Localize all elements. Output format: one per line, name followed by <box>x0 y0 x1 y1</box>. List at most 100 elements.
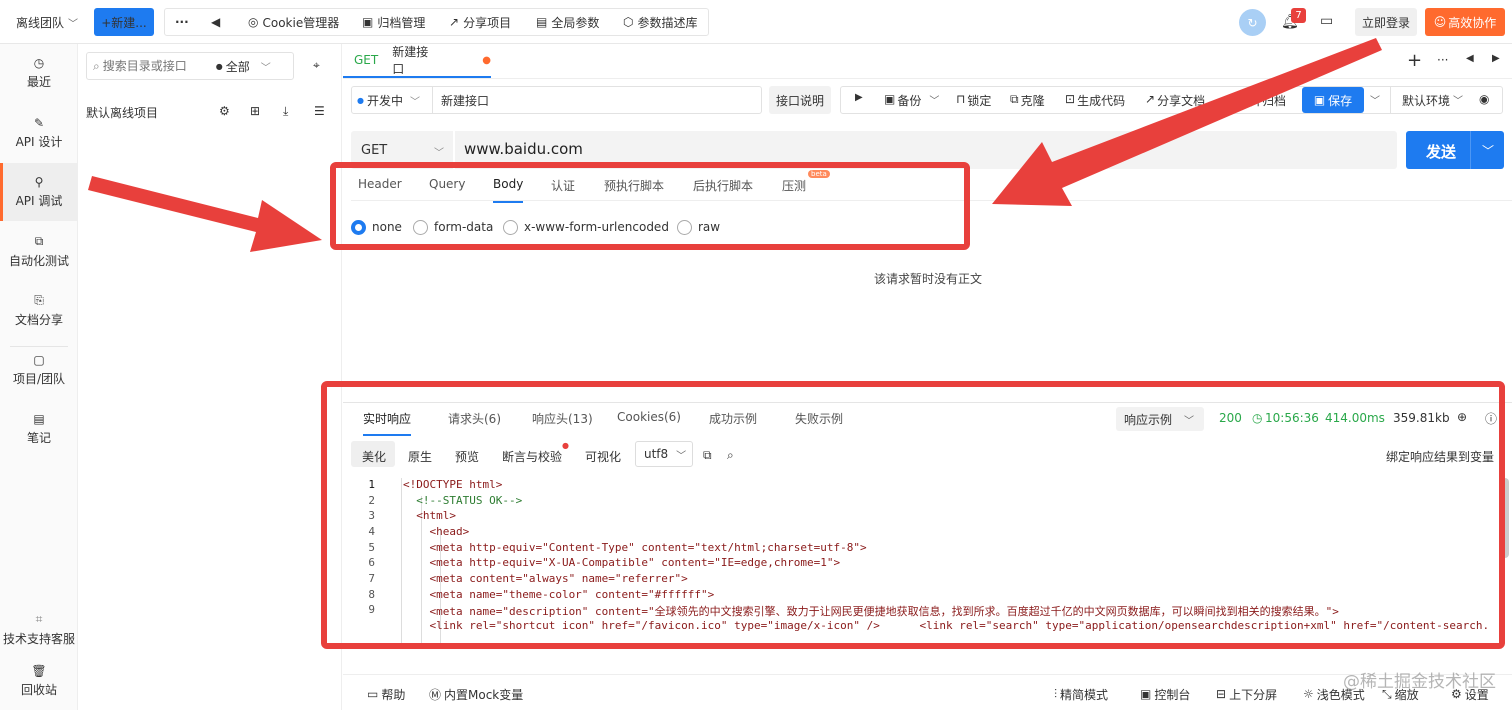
status-dot: ● <box>357 96 364 105</box>
save-label: 保存 <box>1328 93 1353 108</box>
search-input[interactable] <box>102 59 213 73</box>
login-button[interactable]: 立即登录 <box>1355 8 1417 36</box>
env-status-label: 开发中 <box>366 94 403 108</box>
tab-new-api[interactable]: GET 新建接口 ● <box>343 44 491 78</box>
save-dropdown-icon[interactable]: ﹀ <box>1370 92 1380 107</box>
annotation-box-response <box>321 381 1505 649</box>
document-icon[interactable]: ▭ <box>1320 13 1333 29</box>
share-doc-button[interactable]: ↗ 分享文档 <box>1145 92 1205 109</box>
tab-divider <box>343 78 1512 79</box>
sidebar-item-notes[interactable]: ▤ 笔记 <box>0 400 78 458</box>
cookie-manager-label: Cookie管理器 <box>262 15 340 30</box>
method-select[interactable]: GET <box>361 143 387 158</box>
tab-prev-icon[interactable]: ◀ <box>1466 53 1474 64</box>
api-doc-label: 接口说明 <box>775 93 824 108</box>
compact-label: 精简模式 <box>1060 687 1109 702</box>
team-switcher[interactable]: 离线团队 ﹀ <box>16 0 78 44</box>
new-button[interactable]: +新建... <box>94 8 154 36</box>
tab-title: 新建接口 <box>392 45 429 76</box>
doc-share-icon: ⎘ <box>34 292 44 307</box>
sidebar-item-recent[interactable]: ◷ 最近 <box>0 44 78 102</box>
login-label: 立即登录 <box>1361 15 1410 30</box>
chevron-down-icon: ﹀ <box>929 96 940 107</box>
archive-button[interactable]: ▣ 归档管理 <box>362 0 425 44</box>
locate-icon[interactable]: ⌖ <box>313 58 320 73</box>
mock-vars-button[interactable]: Ⓜ 内置Mock变量 <box>429 684 523 704</box>
collab-label: 高效协作 <box>1448 15 1497 30</box>
send-dropdown-icon[interactable]: ﹀ <box>1482 142 1494 159</box>
sidebar-item-project-team[interactable]: ▢ 项目/团队 <box>0 341 78 399</box>
sidebar-item-automation[interactable]: ⧉ 自动化测试 <box>0 222 78 280</box>
console-button[interactable]: ▣ 控制台 <box>1140 684 1190 704</box>
param-library-label: 参数描述库 <box>637 15 698 30</box>
clone-button[interactable]: ⧉ 克隆 <box>1010 92 1045 109</box>
api-doc-button[interactable]: 接口说明 <box>769 86 831 114</box>
filter-dot: ● <box>215 61 223 71</box>
collapse-left-icon[interactable]: ◀ <box>211 0 220 44</box>
clone-label: 克隆 <box>1020 94 1045 108</box>
global-params-button[interactable]: ▤ 全局参数 <box>536 0 599 44</box>
add-folder-icon[interactable]: ⊞ <box>250 104 260 118</box>
compact-mode-button[interactable]: ⫶ 精简模式 <box>1054 684 1108 704</box>
mock-icon: Ⓜ <box>429 687 442 702</box>
play-icon[interactable]: ▶ <box>855 92 863 103</box>
url-input[interactable]: www.baidu.com <box>464 140 583 158</box>
save-archive-button[interactable]: 保存并归档 <box>1226 92 1286 109</box>
split-label: 上下分屏 <box>1229 687 1278 702</box>
chevron-down-icon: ﹀ <box>1453 96 1464 107</box>
share-project-button[interactable]: ↗ 分享项目 <box>449 0 511 44</box>
sidebar-item-label: 文档分享 <box>14 312 63 327</box>
clock-icon: ◷ <box>33 56 45 70</box>
cookie-manager-button[interactable]: ◎ Cookie管理器 <box>248 0 339 44</box>
save-button[interactable]: ▣ 保存 <box>1302 87 1364 113</box>
trash-button[interactable]: 🗑︎ 回收站 <box>0 652 78 710</box>
top-bar: 离线团队 ﹀ +新建... ··· ◀ ◎ Cookie管理器 ▣ 归档管理 ↗ 分享… <box>0 0 1512 44</box>
sort-icon[interactable]: ☰ <box>314 104 325 118</box>
cookie-icon: ◎ <box>248 15 259 29</box>
add-api-icon[interactable]: ⚙ <box>219 104 230 118</box>
folder-icon: ▢ <box>33 353 45 367</box>
tab-more-icon[interactable]: ··· <box>1437 53 1448 67</box>
env-status-select[interactable]: ● 开发中 ﹀ <box>357 92 420 109</box>
add-tab-icon[interactable]: + <box>1407 50 1422 71</box>
empty-body-text: 该请求暂时没有正文 <box>874 272 983 286</box>
eye-icon[interactable]: ◉ <box>1479 92 1489 106</box>
sidebar-item-doc-share[interactable]: ⎘ 文档分享 <box>0 281 78 339</box>
split-button[interactable]: ⊟ 上下分屏 <box>1216 684 1277 704</box>
trash-icon: 🗑︎ <box>31 664 47 678</box>
sidebar-item-api-design[interactable]: ✎ API 设计 <box>0 104 78 162</box>
collab-button[interactable]: ☺ 高效协作 <box>1425 8 1505 36</box>
sidebar-item-label: 自动化测试 <box>8 253 69 268</box>
save-icon: ▣ <box>1313 93 1326 107</box>
lock-button[interactable]: ⊓ 锁定 <box>956 92 991 109</box>
support-icon: ⌗ <box>35 611 43 626</box>
env-label: 默认环境 <box>1402 94 1451 108</box>
sync-icon[interactable]: ↻ <box>1239 9 1266 36</box>
generate-code-label: 生成代码 <box>1077 94 1126 108</box>
params-icon: ▤ <box>536 15 548 29</box>
tab-method: GET <box>354 53 379 67</box>
import-icon[interactable]: ⤓ <box>283 104 288 119</box>
search-box[interactable]: ⌕ ● 全部 ﹀ <box>86 52 294 80</box>
more-icon[interactable]: ··· <box>175 0 189 44</box>
note-icon: ▤ <box>33 412 45 426</box>
env-select[interactable]: 默认环境 ﹀ <box>1402 92 1463 109</box>
tab-next-icon[interactable]: ▶ <box>1492 53 1500 64</box>
project-item[interactable]: 默认离线项目 <box>86 104 158 121</box>
chevron-down-icon: ﹀ <box>260 62 271 74</box>
archive-icon: ▣ <box>362 15 374 29</box>
api-name-input[interactable]: 新建接口 <box>441 92 489 109</box>
global-params-label: 全局参数 <box>551 15 600 30</box>
param-library-button[interactable]: ⬡ 参数描述库 <box>623 0 698 44</box>
cube-icon: ⬡ <box>623 15 634 29</box>
sidebar-item-api-debug[interactable]: ⚲ API 调试 <box>0 163 78 221</box>
compact-icon: ⫶ <box>1054 686 1058 701</box>
divider <box>1390 87 1391 113</box>
help-label: 帮助 <box>381 687 406 702</box>
generate-code-button[interactable]: ⊡ 生成代码 <box>1065 92 1125 109</box>
help-button[interactable]: ▭ 帮助 <box>367 684 405 704</box>
support-button[interactable]: ⌗ 技术支持客服 <box>0 600 78 658</box>
backup-button[interactable]: ▣ 备份 ﹀ <box>884 92 939 109</box>
filter-select[interactable]: 全部 <box>226 58 250 75</box>
sidebar-item-label: API 设计 <box>15 135 63 149</box>
